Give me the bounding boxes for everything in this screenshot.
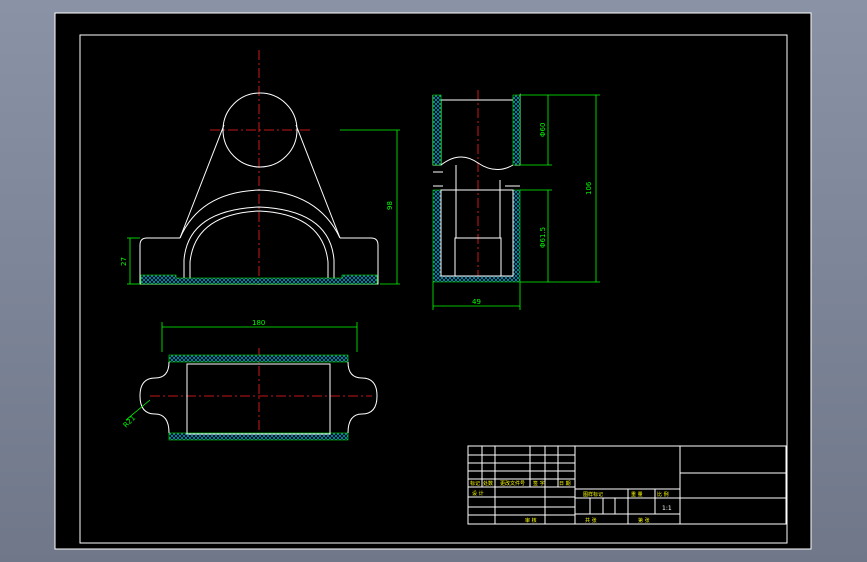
- tb-label-sheet-of: 第 张: [638, 517, 650, 524]
- tb-label-date: 日 期: [559, 481, 571, 487]
- tb-label-approve: 审 核: [525, 517, 537, 524]
- tb-label-weight: 重 量: [631, 491, 643, 498]
- dim-lower-label: Φ61.5: [539, 227, 547, 248]
- tb-label-mark: 标记: [470, 480, 480, 487]
- side-upper-right-hatch: [512, 94, 521, 166]
- tb-label-sheet-total: 共 张: [585, 517, 597, 524]
- tb-label-designer: 设 计: [472, 490, 484, 497]
- dim-width-label: 49: [472, 298, 481, 306]
- dim-height-label: 98: [386, 201, 394, 210]
- dim-base-label: 27: [120, 257, 128, 266]
- tb-scale-value: 1:1: [662, 505, 672, 512]
- side-upper-left-hatch: [432, 94, 442, 166]
- cad-viewport: 98 27 Φ60 Φ61.5 106 49 180 R21 标记 处数 更改文…: [0, 0, 867, 562]
- tb-label-sign: 签 字: [533, 480, 545, 487]
- tb-label-scale: 比 例: [657, 491, 669, 498]
- tb-label-count: 处数: [483, 480, 493, 487]
- dim-total-label: 106: [585, 181, 593, 195]
- top-upper-hatch: [168, 354, 349, 363]
- tb-label-stage: 图样标记: [583, 491, 603, 498]
- tb-label-change-doc: 更改文件号: [500, 480, 525, 487]
- dim-length-label: 180: [252, 319, 265, 327]
- drawing-canvas[interactable]: 98 27 Φ60 Φ61.5 106 49 180 R21 标记 处数 更改文…: [0, 0, 867, 562]
- dim-top-label: Φ60: [539, 123, 547, 137]
